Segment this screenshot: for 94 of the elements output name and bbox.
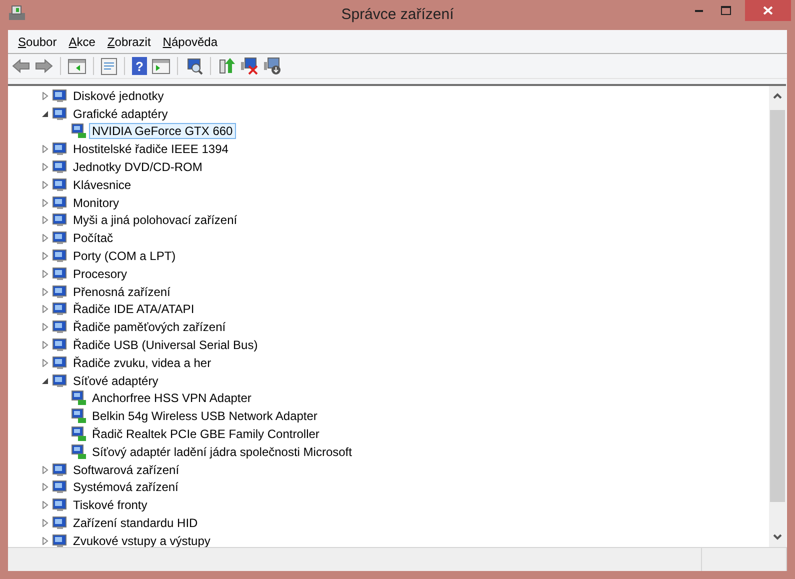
tree-item[interactable]: Tiskové fronty: [70, 497, 150, 514]
collapse-arrow-icon[interactable]: [41, 110, 49, 118]
device-icon: [52, 337, 68, 354]
tree-item[interactable]: Procesory: [70, 266, 130, 282]
tree-item[interactable]: Řadiče zvuku, videa a her: [70, 354, 214, 371]
expand-arrow-icon[interactable]: [41, 288, 49, 296]
device-icon: [52, 194, 68, 211]
tree-item[interactable]: Řadiče paměťových zařízení: [70, 319, 229, 336]
device-icon: [52, 497, 68, 514]
close-icon: [763, 6, 773, 15]
device-icon: [52, 301, 68, 318]
device-icon: [71, 426, 87, 442]
device-icon: [52, 284, 68, 300]
device-icon: [52, 372, 68, 389]
tree-item[interactable]: Anchorfree HSS VPN Adapter: [89, 390, 254, 406]
scroll-thumb[interactable]: [770, 110, 785, 502]
device-icon: [52, 266, 68, 282]
device-icon: [71, 408, 87, 424]
device-icon: [52, 515, 68, 532]
device-icon: [52, 88, 68, 104]
tree-item[interactable]: Síťový adaptér ladění jádra společnosti Microsoft: [89, 444, 355, 460]
tree-item[interactable]: Klávesnice: [70, 176, 134, 193]
expand-arrow-icon[interactable]: [41, 323, 49, 332]
close-button[interactable]: [745, 0, 791, 21]
expand-arrow-icon[interactable]: [41, 198, 49, 207]
expand-arrow-icon[interactable]: [41, 163, 49, 172]
tree-item[interactable]: Softwarová zařízení: [70, 462, 182, 478]
tree-item[interactable]: Myši a jiná polohovací zařízení: [70, 212, 240, 228]
minimize-icon: [694, 10, 702, 12]
tree-item[interactable]: Počítač: [70, 230, 116, 246]
tree-item[interactable]: Síťové adaptéry: [70, 372, 162, 389]
device-icon: [52, 354, 68, 371]
tree-item[interactable]: Přenosná zařízení: [70, 284, 174, 300]
expand-arrow-icon[interactable]: [41, 519, 49, 528]
expand-arrow-icon[interactable]: [41, 234, 49, 242]
scan-icon[interactable]: [185, 58, 203, 74]
expand-arrow-icon[interactable]: [41, 305, 49, 314]
expand-arrow-icon[interactable]: [41, 358, 49, 367]
device-icon: [52, 212, 68, 228]
forward-arrow-icon[interactable]: [35, 59, 53, 73]
tree-item[interactable]: Porty (COM a LPT): [70, 248, 179, 264]
tree-item[interactable]: Monitory: [70, 194, 122, 211]
expand-arrow-icon[interactable]: [41, 341, 49, 350]
window-title: Správce zařízení: [341, 6, 454, 23]
device-icon: [52, 141, 68, 158]
scroll-up-icon[interactable]: [773, 93, 782, 99]
menu-item[interactable]: Soubor: [12, 34, 63, 48]
uninstall-icon[interactable]: [241, 57, 259, 75]
expand-arrow-icon[interactable]: [41, 92, 49, 100]
tree-item[interactable]: Jednotky DVD/CD-ROM: [70, 159, 206, 176]
menu-item[interactable]: Akce: [62, 34, 102, 48]
expand-arrow-icon[interactable]: [41, 270, 49, 278]
help-icon[interactable]: ?: [132, 57, 147, 75]
back-arrow-icon[interactable]: [12, 59, 30, 73]
expand-arrow-icon[interactable]: [41, 466, 49, 474]
maximize-icon: [720, 6, 730, 15]
device-icon: [52, 479, 68, 496]
scroll-down-icon[interactable]: [773, 534, 782, 540]
collapse-arrow-icon[interactable]: [41, 376, 49, 385]
tree-item[interactable]: Řadič Realtek PCIe GBE Family Controller: [89, 426, 322, 442]
device-icon: [52, 230, 68, 246]
device-icon: [52, 319, 68, 336]
tree-item[interactable]: Hostitelské řadiče IEEE 1394: [70, 141, 232, 158]
device-icon: [71, 444, 87, 460]
device-icon: [52, 176, 68, 193]
expand-arrow-icon[interactable]: [41, 216, 49, 224]
tree-item[interactable]: Řadiče USB (Universal Serial Bus): [70, 337, 261, 354]
expand-arrow-icon[interactable]: [41, 501, 49, 510]
device-icon: [71, 390, 87, 406]
expand-arrow-icon[interactable]: [41, 483, 49, 492]
device-icon: [71, 123, 87, 140]
device-icon: [52, 248, 68, 264]
tree-item[interactable]: Řadiče IDE ATA/ATAPI: [70, 301, 198, 318]
panel-icon[interactable]: [152, 58, 170, 74]
expand-arrow-icon[interactable]: [41, 180, 49, 189]
tree-item[interactable]: Diskové jednotky: [70, 88, 167, 104]
properties-icon[interactable]: [101, 58, 117, 74]
tree-item[interactable]: Zvukové vstupy a výstupy: [70, 532, 214, 547]
scrollbar[interactable]: [769, 86, 786, 547]
tree-item[interactable]: Zařízení standardu HID: [70, 515, 201, 532]
app-icon: [8, 5, 26, 21]
menu-item[interactable]: Zobrazit: [101, 34, 157, 48]
panel-icon[interactable]: [68, 58, 86, 74]
tree-item[interactable]: Belkin 54g Wireless USB Network Adapter: [89, 408, 320, 424]
device-icon: [52, 159, 68, 176]
menu-item[interactable]: Nápověda: [156, 34, 224, 48]
device-icon: [52, 106, 68, 122]
tree-item[interactable]: Grafické adaptéry: [70, 106, 171, 122]
expand-arrow-icon[interactable]: [41, 252, 49, 260]
tree-item[interactable]: Systémová zařízení: [70, 479, 182, 496]
tree-item[interactable]: NVIDIA GeForce GTX 660: [89, 123, 236, 140]
expand-arrow-icon[interactable]: [41, 536, 49, 545]
device-icon: [52, 462, 68, 478]
expand-arrow-icon[interactable]: [41, 145, 49, 154]
